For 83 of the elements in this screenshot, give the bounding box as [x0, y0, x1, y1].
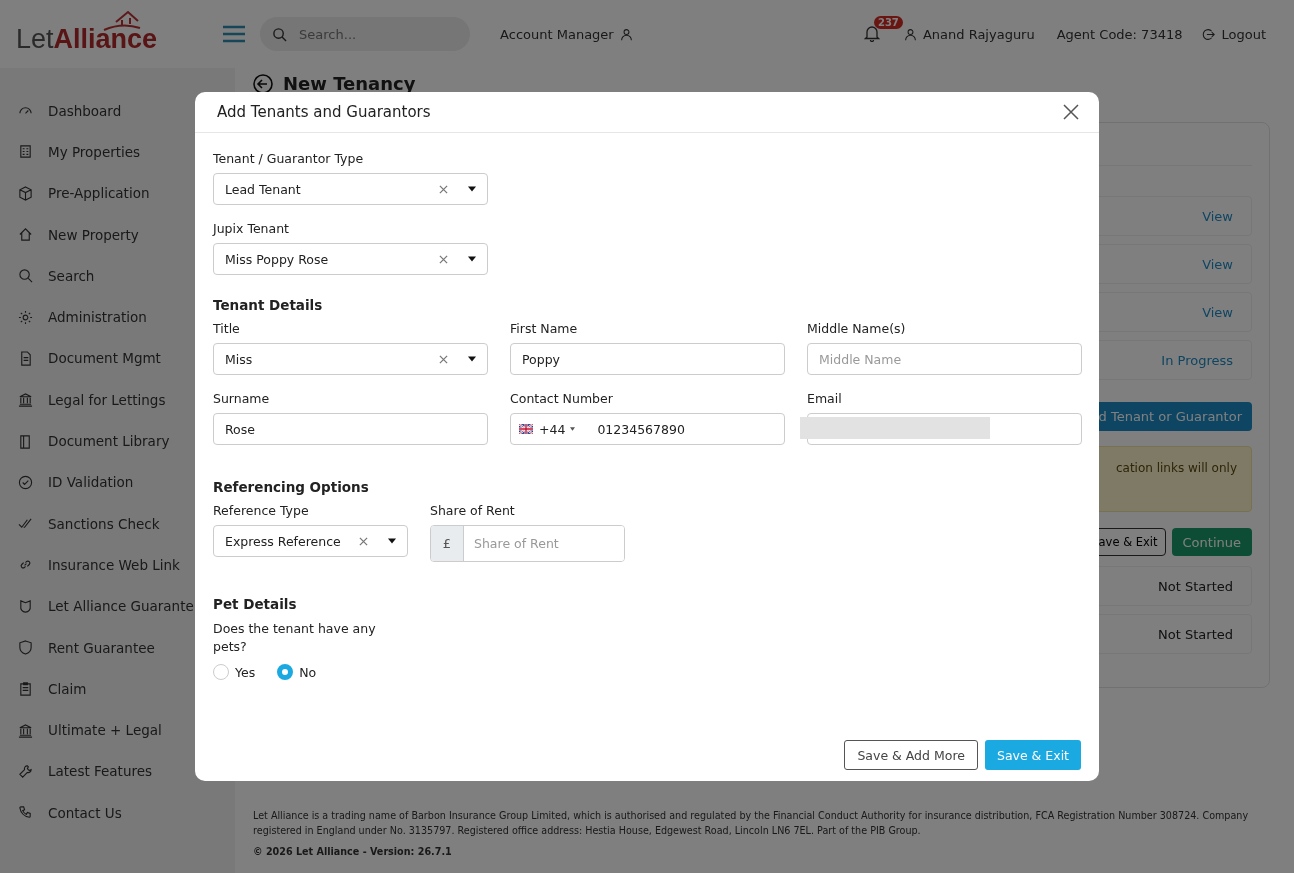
legal-text: Let Alliance is a trading name of Barbon Insurance Group Limited, which is authorised and regulated by the Financial Conduct Authority for insurance distribution, FCA Registration Number 308724. Company registered in England under No. 3135797. Registered office address: Hestia House, Edgewest Road, Lincoln LN6 7EL. Part of the PIB Group.: [253, 809, 1250, 838]
currency-addon: £: [431, 526, 464, 561]
book-icon: [18, 433, 33, 449]
page-title: New Tenancy: [283, 74, 416, 94]
select-field[interactable]: Lead Tenant: [213, 173, 488, 205]
caret-icon: [570, 427, 576, 431]
menu-icon[interactable]: [223, 25, 246, 43]
sidebar-item[interactable]: Contact Us: [0, 792, 235, 834]
field-label: Surname: [213, 391, 271, 406]
status-link[interactable]: View: [1202, 304, 1233, 320]
search-icon: [272, 26, 288, 42]
field-label: First Name: [510, 321, 579, 336]
shield-icon: [18, 640, 33, 655]
box-icon: [18, 185, 33, 201]
sidebar-item[interactable]: Latest Features: [0, 750, 235, 793]
account-manager-link[interactable]: Account Manager: [500, 26, 614, 42]
version-text: © 2026 Let Alliance - Version: 26.7.1: [253, 846, 453, 857]
search-icon: [18, 268, 33, 284]
input-field[interactable]: Poppy: [510, 343, 785, 375]
status-text: Not Started: [1158, 578, 1233, 594]
close-icon[interactable]: [1063, 104, 1079, 120]
clipboard-icon: [18, 681, 33, 697]
search-field[interactable]: Search...: [260, 17, 471, 51]
radio-option[interactable]: No: [277, 664, 317, 681]
user-icon: [903, 27, 917, 41]
notification-count: 237: [873, 16, 903, 29]
select-field[interactable]: Miss: [213, 343, 488, 375]
clear-icon[interactable]: [439, 254, 448, 264]
status-link[interactable]: View: [1202, 256, 1233, 272]
logo: LetAlliance: [16, 10, 158, 54]
wrench-icon: [18, 763, 33, 779]
select-field[interactable]: Miss Poppy Rose: [213, 243, 488, 275]
caret-icon: [468, 186, 476, 192]
house-icon: [18, 227, 33, 243]
clear-icon[interactable]: [439, 184, 448, 194]
caret-icon: [468, 256, 476, 262]
section-heading: Referencing Options: [213, 479, 370, 495]
field-label: Share of Rent: [430, 503, 516, 518]
caret-icon: [388, 538, 396, 544]
field-label: Jupix Tenant: [213, 221, 290, 236]
continue-button[interactable]: Continue: [1171, 528, 1252, 556]
save-add-more-button[interactable]: Save & Add More: [844, 740, 978, 770]
input-field[interactable]: Middle Name: [807, 343, 1082, 375]
user-name[interactable]: Anand Rajyaguru: [922, 26, 1035, 42]
logout-link[interactable]: Logout: [1221, 26, 1266, 42]
save-exit-button[interactable]: Save & Exit: [984, 740, 1081, 770]
status-link[interactable]: In Progress: [1161, 352, 1233, 368]
shield-icon: [18, 598, 33, 614]
back-arrow-icon[interactable]: [253, 74, 273, 94]
gear-icon: [18, 309, 33, 325]
section-heading: Pet Details: [213, 596, 298, 612]
status-link[interactable]: View: [1202, 208, 1233, 224]
search-input[interactable]: Search...: [297, 25, 452, 43]
input-field[interactable]: Rose: [213, 413, 488, 445]
modal-title: Add Tenants and Guarantors: [217, 103, 431, 121]
question-text: Does the tenant have any pets?: [213, 620, 377, 657]
field-label: Email: [807, 391, 843, 406]
user-icon: [619, 27, 633, 41]
input-field[interactable]: £ Share of Rent: [430, 525, 625, 562]
bank-icon: [18, 392, 33, 408]
bell-icon[interactable]: [863, 24, 880, 42]
sidebar-item[interactable]: Ultimate + Legal: [0, 709, 235, 751]
clear-icon[interactable]: [439, 354, 448, 364]
field-label: Title: [213, 321, 241, 336]
flag-icon[interactable]: [519, 424, 533, 434]
agent-code: Agent Code: 73418: [1056, 26, 1183, 42]
select-field[interactable]: Express Reference: [213, 525, 408, 557]
notice-text: cation links will only: [1115, 461, 1237, 475]
section-heading: Tenant Details: [213, 297, 324, 313]
bank-icon: [18, 722, 33, 738]
field-label: Contact Number: [510, 391, 614, 406]
field-label: Middle Name(s): [807, 321, 907, 336]
status-text: Not Started: [1158, 626, 1233, 642]
document-icon: [18, 350, 33, 366]
building-icon: [18, 144, 33, 160]
caret-icon: [468, 356, 476, 362]
field-label: Reference Type: [213, 503, 310, 518]
phone-icon: [18, 805, 33, 821]
radio-button[interactable]: [277, 664, 294, 681]
phone-field[interactable]: +44 01234567890: [510, 413, 785, 445]
clear-icon[interactable]: [359, 536, 368, 546]
field-label: Tenant / Guarantor Type: [213, 151, 365, 166]
logout-icon: [1202, 27, 1216, 41]
